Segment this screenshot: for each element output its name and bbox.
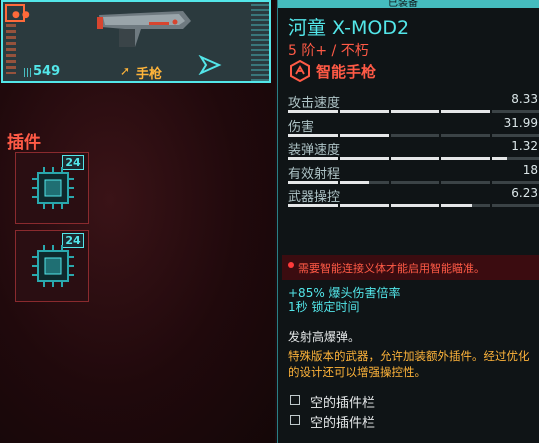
weapon-detail-panel: 已装备 河童 X-MOD2 5 阶+ / 不朽 智能手枪 攻击速度 8.33 伤害 3… bbox=[277, 0, 539, 443]
equipped-tab: 已装备 bbox=[278, 0, 539, 8]
stat-value: 6.23 bbox=[511, 186, 538, 200]
weapon-card[interactable]: ●● ||| 549 ➚ 手枪 bbox=[1, 0, 271, 83]
stat-value: 18 bbox=[522, 162, 538, 177]
stat-bar-divider bbox=[439, 133, 442, 137]
ammo-count: 549 bbox=[33, 64, 61, 79]
empty-slot-label: 空的插件栏 bbox=[310, 416, 376, 431]
stat-bar-divider bbox=[388, 110, 391, 113]
stat-bar-divider bbox=[338, 110, 341, 113]
stat-bar-fill bbox=[288, 204, 472, 207]
checkbox-icon bbox=[290, 415, 300, 425]
stat-bar-divider bbox=[439, 157, 442, 160]
stat-bar-divider bbox=[388, 204, 391, 207]
mods-label: 插件 bbox=[7, 133, 41, 153]
bonus-line: +85% 爆头伤害倍率 bbox=[288, 286, 401, 300]
weapon-type: 手枪 bbox=[136, 67, 163, 82]
chip-icon bbox=[32, 167, 74, 209]
stat-row: 武器操控 6.23 bbox=[288, 186, 539, 214]
stat-bar-divider bbox=[439, 204, 442, 207]
bonus-line: 1秒 锁定时间 bbox=[288, 300, 360, 314]
weapon-tier: 5 阶+ / 不朽 bbox=[288, 43, 369, 59]
stat-name: 装弹速度 bbox=[288, 143, 341, 158]
stat-bar bbox=[288, 157, 539, 160]
pistol-type-icon: ➚ bbox=[120, 64, 131, 78]
stat-bar-divider bbox=[489, 110, 492, 113]
stat-bar-divider bbox=[338, 204, 341, 207]
fire-mode: 发射高爆弹。 bbox=[288, 330, 361, 344]
chip-icon bbox=[32, 245, 74, 287]
stat-bar-divider bbox=[489, 157, 492, 160]
stat-bar-divider bbox=[439, 110, 442, 113]
warning-banner: 需要智能连接义体才能启用智能瞄准。 bbox=[282, 255, 539, 280]
mod-slot[interactable]: 24 bbox=[15, 152, 89, 224]
stat-name: 攻击速度 bbox=[288, 96, 341, 111]
stat-bar-divider bbox=[338, 180, 341, 184]
weapon-name: 河童 X-MOD2 bbox=[288, 17, 410, 39]
stat-name: 伤害 bbox=[288, 119, 315, 135]
warning-text: 需要智能连接义体才能启用智能瞄准。 bbox=[298, 262, 485, 275]
smart-link-icon bbox=[198, 55, 222, 75]
stat-value: 31.99 bbox=[503, 115, 538, 130]
edge-decoration bbox=[251, 4, 269, 82]
stat-value: 8.33 bbox=[511, 92, 538, 106]
stat-bar bbox=[288, 133, 539, 137]
stat-bar-divider bbox=[338, 133, 341, 137]
stripes-decoration bbox=[6, 24, 16, 74]
empty-slot-label: 空的插件栏 bbox=[310, 396, 376, 411]
warning-dot-icon bbox=[288, 262, 294, 268]
stat-bar bbox=[288, 204, 539, 207]
ammo-icon: ||| bbox=[23, 68, 33, 78]
stat-bar-divider bbox=[489, 204, 492, 207]
mod-slot[interactable]: 24 bbox=[15, 230, 89, 302]
stat-value: 1.32 bbox=[511, 139, 538, 153]
stat-bar-divider bbox=[338, 157, 341, 160]
checkbox-icon bbox=[290, 395, 300, 405]
stat-name: 武器操控 bbox=[288, 190, 341, 205]
stat-bar-divider bbox=[388, 180, 391, 184]
stat-name: 有效射程 bbox=[288, 166, 341, 182]
stat-bar-divider bbox=[489, 180, 492, 184]
equipped-tab-label: 已装备 bbox=[388, 0, 418, 8]
stat-bar bbox=[288, 180, 539, 184]
weapon-subtype: 智能手枪 bbox=[316, 63, 377, 81]
bonus-stats: +85% 爆头伤害倍率 1秒 锁定时间 bbox=[288, 286, 401, 314]
pistol-icon bbox=[97, 11, 191, 47]
stat-bar-divider bbox=[388, 157, 391, 160]
stat-bar bbox=[288, 110, 539, 113]
smart-weapon-icon bbox=[290, 60, 310, 82]
stat-bar-fill bbox=[288, 157, 508, 160]
stat-bar-divider bbox=[439, 180, 442, 184]
stat-bar-fill bbox=[288, 180, 369, 184]
weapon-description: 特殊版本的武器，允许加装额外插件。经过优化的设计还可以增强操控性。 bbox=[288, 349, 530, 379]
stat-bar-divider bbox=[489, 133, 492, 137]
dots-icon: ●● bbox=[12, 10, 32, 20]
stat-bar-divider bbox=[388, 133, 391, 137]
